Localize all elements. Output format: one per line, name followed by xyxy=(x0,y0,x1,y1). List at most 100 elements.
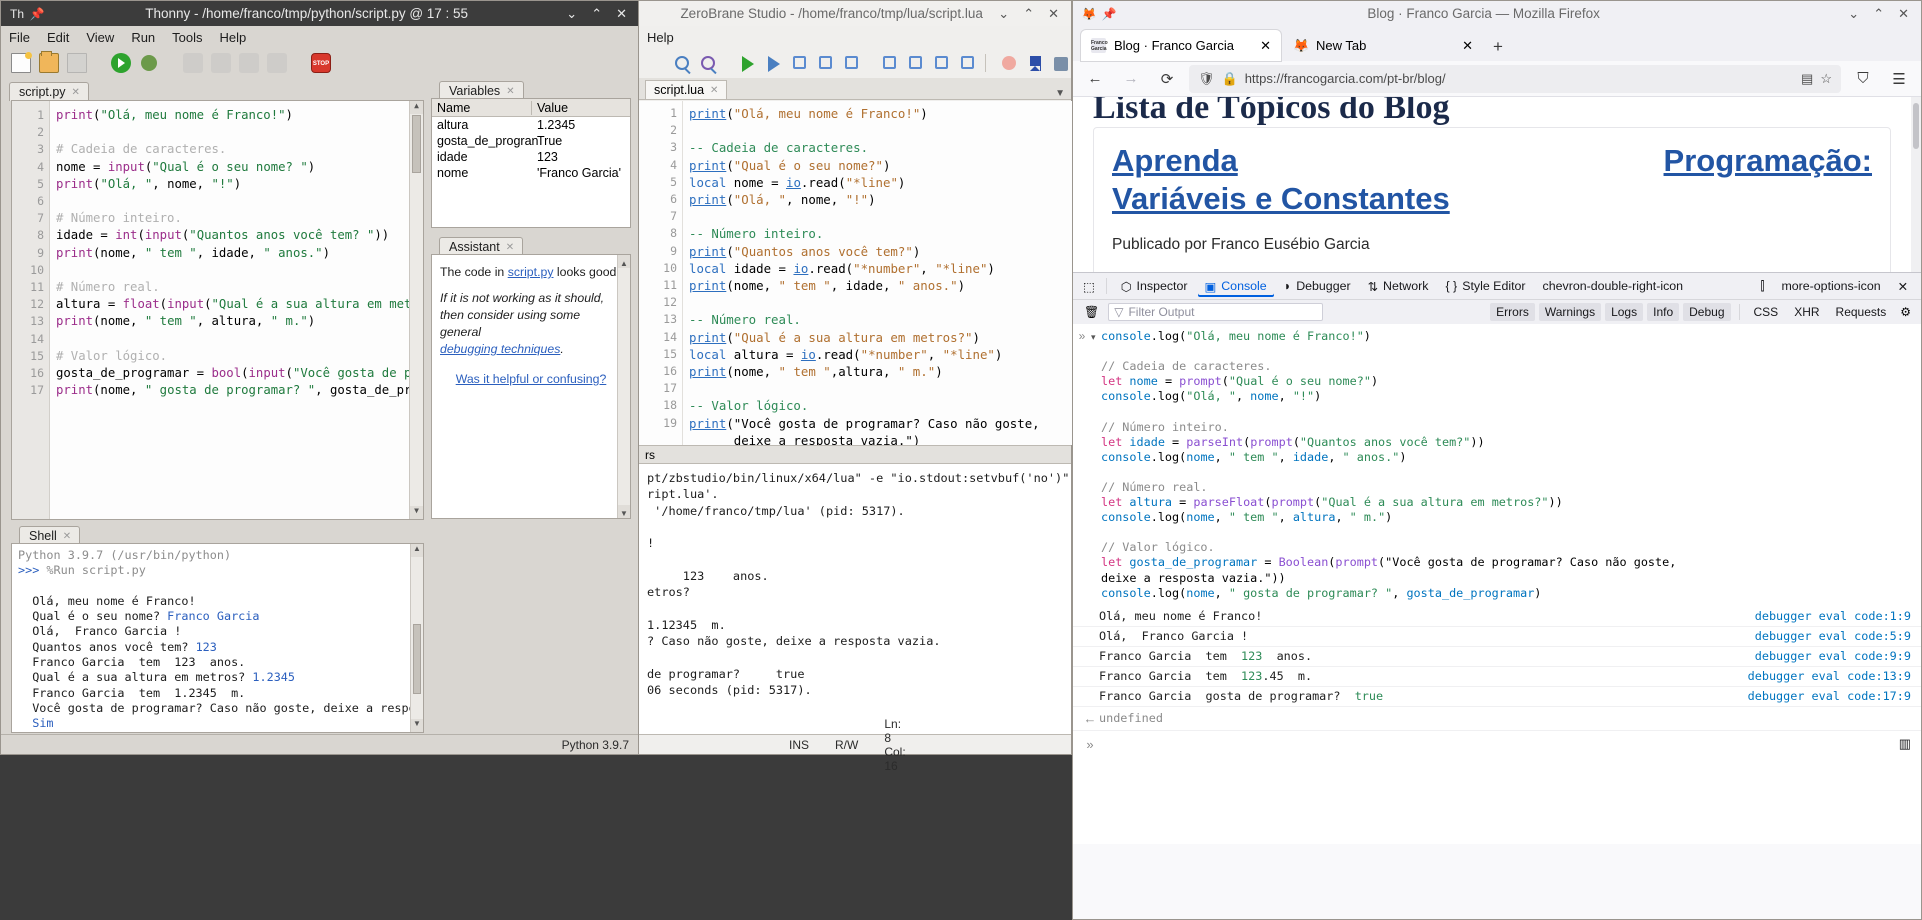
code-line[interactable]: local idade = io.read("*number", "*line"… xyxy=(689,260,1072,277)
close-button[interactable]: ✕ xyxy=(1898,7,1909,20)
find-replace-icon[interactable] xyxy=(700,54,719,73)
scrollbar-thumb[interactable] xyxy=(413,624,421,694)
tab-network[interactable]: ⇅ Network xyxy=(1361,276,1436,297)
browser-tab-blog[interactable]: Franco Garcia Blog · Franco Garcia ✕ xyxy=(1081,30,1281,61)
indent-right-icon[interactable] xyxy=(907,54,926,73)
chevron-double-right-icon[interactable]: chevron-double-right-icon xyxy=(1536,276,1691,296)
minimize-button[interactable]: ⌄ xyxy=(998,7,1009,20)
close-icon[interactable]: ✕ xyxy=(63,531,71,542)
tab-style-editor[interactable]: { } Style Editor xyxy=(1438,276,1532,296)
zerobrane-output[interactable]: pt/zbstudio/bin/linux/x64/lua" -e "io.st… xyxy=(639,464,1084,704)
assistant-tabrow[interactable]: Assistant ✕ xyxy=(431,235,524,256)
code-line[interactable]: print(nome, " tem ", idade, " anos.") xyxy=(56,245,423,262)
shell-output[interactable]: Python 3.9.7 (/usr/bin/python) >>> %Run s… xyxy=(18,548,423,732)
zerobrane-output-panel[interactable]: rs pt/zbstudio/bin/linux/x64/lua" -e "io… xyxy=(639,445,1084,734)
element-picker-icon[interactable]: ⬚ xyxy=(1079,279,1103,294)
scroll-down-arrow[interactable]: ▼ xyxy=(618,505,630,518)
console-output-row[interactable]: Olá, meu nome é Franco! debugger eval cod… xyxy=(1073,607,1921,627)
page-content[interactable]: Lista de Tópicos do Blog Aprenda Program… xyxy=(1073,97,1921,272)
code-line[interactable]: -- Cadeia de caracteres. xyxy=(689,139,1072,156)
open-file-icon[interactable] xyxy=(39,51,59,73)
console-input-row[interactable]: » ▥ xyxy=(1073,731,1921,757)
back-button[interactable]: ← xyxy=(1081,65,1109,93)
code-line[interactable] xyxy=(689,122,1072,139)
console-output-row[interactable]: Olá, Franco Garcia ! debugger eval code:5… xyxy=(1073,627,1921,647)
filter-chip-info[interactable]: Info xyxy=(1647,303,1680,321)
code-line[interactable]: altura = float(input("Qual é a sua altur… xyxy=(56,296,423,313)
menu-view[interactable]: View xyxy=(86,30,114,45)
pin-icon[interactable]: 📌 xyxy=(27,7,47,21)
expand-arrow-icon[interactable]: ▾ xyxy=(1091,329,1101,601)
firefox-titlebar[interactable]: 🦊 📌 Blog · Franco Garcia — Mozilla Firef… xyxy=(1073,1,1921,26)
post-title-part2[interactable]: Programação: xyxy=(1664,142,1872,180)
code-line[interactable] xyxy=(689,294,1072,311)
scroll-down-arrow[interactable]: ▼ xyxy=(411,719,423,732)
new-tab-button[interactable]: + xyxy=(1485,35,1511,61)
devtools-tabbar[interactable]: ⬚ ⬡ Inspector ▣ Console ◗ Debugger ⇅ Net… xyxy=(1073,272,1921,299)
menu-edit[interactable]: Edit xyxy=(47,30,69,45)
code-line[interactable]: -- Número real. xyxy=(689,311,1072,328)
clear-console-icon[interactable]: 🗑 xyxy=(1079,305,1104,319)
console-output-row[interactable]: Franco Garcia tem 123.45 m. debugger eval… xyxy=(1073,667,1921,688)
script-link[interactable]: script.py xyxy=(508,265,554,279)
code-line[interactable]: local nome = io.read("*line") xyxy=(689,174,1072,191)
code-line[interactable] xyxy=(56,193,423,210)
table-row[interactable]: gosta_de_progran True xyxy=(432,133,630,149)
table-row[interactable]: idade 123 xyxy=(432,149,630,165)
url-bar[interactable]: 🛡 🔒 https://francogarcia.com/pt-br/blog/… xyxy=(1189,64,1841,93)
filter-chip-requests[interactable]: Requests xyxy=(1830,303,1893,321)
thonny-window[interactable]: Th 📌 Thonny - /home/franco/tmp/python/sc… xyxy=(0,0,640,755)
code-line[interactable] xyxy=(689,208,1072,225)
code-line[interactable]: print("Qual é a sua altura em metros?") xyxy=(689,329,1072,346)
close-button[interactable]: ✕ xyxy=(1048,7,1059,20)
maximize-button[interactable]: ⌃ xyxy=(1873,7,1884,20)
code-line[interactable] xyxy=(56,262,423,279)
code-line[interactable] xyxy=(689,380,1072,397)
hamburger-menu-icon[interactable]: ☰ xyxy=(1885,65,1913,93)
code-line[interactable] xyxy=(56,124,423,141)
post-title-part3[interactable]: Variáveis e Constantes xyxy=(1112,180,1872,218)
python-code[interactable]: print("Olá, meu nome é Franco!") # Cadei… xyxy=(56,107,423,399)
step-icon[interactable] xyxy=(791,54,810,73)
table-row[interactable]: nome 'Franco Garcia' xyxy=(432,165,630,181)
bookmark-icon[interactable] xyxy=(1026,54,1045,73)
table-row[interactable]: altura 1.2345 xyxy=(432,117,630,133)
indent-left-icon[interactable] xyxy=(881,54,900,73)
maximize-button[interactable]: ⌃ xyxy=(1023,7,1034,20)
unindent-icon[interactable] xyxy=(933,54,952,73)
code-line[interactable]: print("Quantos anos você tem?") xyxy=(689,243,1072,260)
firefox-window[interactable]: 🦊 📌 Blog · Franco Garcia — Mozilla Firef… xyxy=(1072,0,1922,920)
close-icon[interactable]: ✕ xyxy=(710,85,718,96)
zerobrane-tabrow[interactable]: script.lua ✕ ▼ xyxy=(639,78,1071,100)
filter-chip-debug[interactable]: Debug xyxy=(1683,303,1731,321)
firefox-navbar[interactable]: ← → ⟳ 🛡 🔒 https://francogarcia.com/pt-br… xyxy=(1073,61,1921,97)
filter-chip-warnings[interactable]: Warnings xyxy=(1538,303,1602,321)
code-line[interactable]: idade = int(input("Quantos anos você tem… xyxy=(56,227,423,244)
indent-icon[interactable] xyxy=(959,54,978,73)
pin-icon[interactable]: 📌 xyxy=(1099,7,1119,21)
reload-button[interactable]: ⟳ xyxy=(1153,65,1181,93)
code-line[interactable] xyxy=(56,331,423,348)
code-line[interactable]: -- Número inteiro. xyxy=(689,225,1072,242)
find-icon[interactable] xyxy=(674,54,693,73)
post-title-part1[interactable]: Aprenda xyxy=(1112,142,1238,180)
close-button[interactable]: ✕ xyxy=(616,7,627,20)
bookmark-star-icon[interactable]: ☆ xyxy=(1820,71,1832,87)
variables-panel[interactable]: Name Value altura 1.2345 gosta_de_progran T… xyxy=(431,98,631,228)
maximize-button[interactable]: ⌃ xyxy=(591,7,602,20)
console-source[interactable]: debugger eval code:5:9 xyxy=(1755,629,1911,644)
menu-help[interactable]: Help xyxy=(220,30,247,45)
more-options-icon[interactable]: more-options-icon xyxy=(1774,276,1887,296)
close-icon[interactable]: ✕ xyxy=(506,242,514,253)
filter-output-input[interactable]: ▽ Filter Output xyxy=(1108,303,1324,321)
zerobrane-menubar[interactable]: Help xyxy=(639,26,1071,48)
code-line[interactable]: deixe a resposta vazia.") xyxy=(689,432,1072,445)
zerobrane-titlebar[interactable]: ZeroBrane Studio - /home/franco/tmp/lua/… xyxy=(639,1,1071,26)
assistant-panel[interactable]: The code in script.py looks good. If it … xyxy=(431,254,631,519)
tab-console[interactable]: ▣ Console xyxy=(1198,276,1274,297)
code-line[interactable]: print(nome, " tem ", altura, " m.") xyxy=(56,313,423,330)
console-source[interactable]: debugger eval code:1:9 xyxy=(1755,609,1911,624)
console-source[interactable]: debugger eval code:17:9 xyxy=(1748,689,1911,704)
switch-icon[interactable] xyxy=(1052,54,1071,73)
editor-scrollbar[interactable]: ▲ ▼ xyxy=(409,101,423,519)
